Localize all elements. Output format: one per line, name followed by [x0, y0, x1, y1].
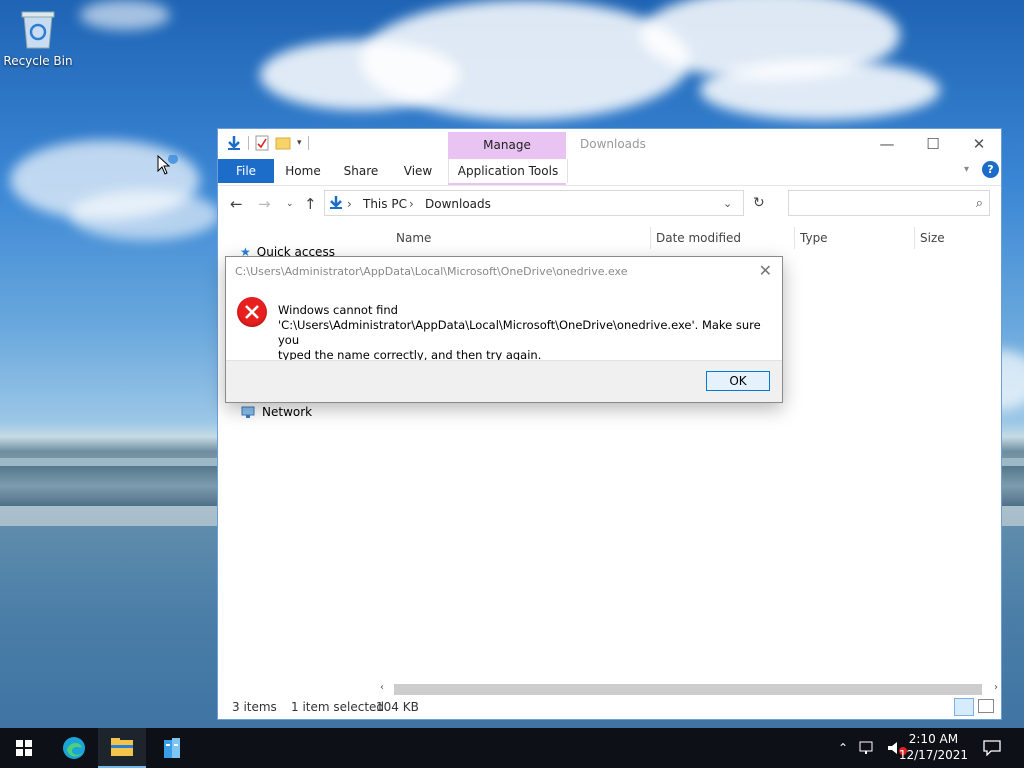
- address-dropdown-icon[interactable]: ⌄: [723, 197, 732, 210]
- column-date-modified[interactable]: Date modified: [656, 231, 741, 245]
- new-folder-icon[interactable]: [275, 136, 291, 150]
- status-bar: 3 items 1 item selected 104 KB: [218, 697, 1001, 719]
- tab-home[interactable]: Home: [276, 159, 330, 183]
- status-size: 104 KB: [376, 700, 419, 714]
- ribbon-tabs: File Home Share View Application Tools ▾…: [218, 159, 1001, 183]
- downloads-folder-icon: [330, 196, 342, 209]
- nav-label: Network: [262, 405, 313, 419]
- tab-application-tools[interactable]: Application Tools: [448, 159, 568, 183]
- taskbar-server-manager[interactable]: [148, 728, 196, 768]
- tab-view[interactable]: View: [392, 159, 444, 183]
- column-separator: [914, 227, 915, 249]
- search-icon: ⌕: [975, 196, 983, 211]
- details-view-icon[interactable]: [954, 698, 974, 716]
- search-box[interactable]: ⌕: [788, 190, 990, 216]
- dialog-footer: OK: [226, 360, 782, 402]
- mouse-cursor-icon: [157, 154, 181, 180]
- taskbar-file-explorer[interactable]: [98, 728, 146, 768]
- ribbon-expand-icon[interactable]: ▾: [964, 164, 969, 175]
- scroll-right-icon[interactable]: ›: [994, 682, 998, 693]
- cloud: [260, 40, 460, 110]
- separator: [248, 136, 249, 150]
- quick-access-toolbar: ▾: [226, 135, 309, 151]
- help-icon[interactable]: ?: [982, 161, 999, 178]
- maximize-button[interactable]: ☐: [910, 129, 956, 159]
- up-icon[interactable]: ↑: [304, 195, 317, 213]
- breadcrumb-downloads[interactable]: Downloads: [425, 197, 491, 211]
- back-icon[interactable]: ←: [230, 195, 243, 213]
- action-center-button[interactable]: [968, 728, 1016, 768]
- refresh-icon[interactable]: ↻: [753, 195, 765, 211]
- network-icon: [241, 406, 255, 418]
- dialog-close-button[interactable]: ✕: [759, 261, 772, 280]
- clock-time: 2:10 AM: [908, 732, 959, 746]
- taskbar-clock[interactable]: 2:10 AM 12/17/2021: [899, 731, 968, 763]
- download-arrow-icon[interactable]: [226, 135, 242, 151]
- desktop-icon-label: Recycle Bin: [3, 54, 73, 68]
- cloud: [80, 0, 170, 30]
- file-explorer-icon: [111, 738, 133, 756]
- column-separator: [650, 227, 651, 249]
- address-bar[interactable]: › This PC › Downloads ⌄: [324, 190, 744, 216]
- file-explorer-window: ▾ Downloads — ☐ ✕ Manage File Home Share…: [217, 128, 1002, 720]
- start-button[interactable]: [0, 728, 48, 768]
- start-icon: [16, 740, 32, 756]
- window-title: Downloads: [580, 137, 646, 151]
- separator: [307, 136, 309, 150]
- manage-context-label: Manage: [483, 138, 531, 152]
- forward-icon[interactable]: →: [258, 195, 271, 213]
- nav-network[interactable]: Network: [240, 405, 312, 419]
- breadcrumb-chevron-icon: ›: [347, 197, 352, 211]
- network-status-icon[interactable]: [858, 740, 876, 756]
- horizontal-scrollbar[interactable]: ‹ ›: [378, 681, 1000, 698]
- cloud: [700, 60, 940, 120]
- notification-icon: [983, 740, 1001, 756]
- large-icons-view-icon[interactable]: [978, 699, 994, 713]
- scrollbar-thumb[interactable]: [394, 684, 982, 695]
- taskbar-edge[interactable]: [50, 728, 98, 768]
- close-button[interactable]: ✕: [956, 129, 1002, 159]
- properties-icon[interactable]: [255, 135, 269, 151]
- tab-share[interactable]: Share: [334, 159, 388, 183]
- breadcrumb-chevron-icon: ›: [409, 197, 414, 211]
- system-tray: ⌃: [838, 728, 908, 768]
- breadcrumb-this-pc[interactable]: This PC: [363, 197, 407, 211]
- show-hidden-icons-icon[interactable]: ⌃: [838, 741, 848, 755]
- taskbar: ⌃ 2:10 AM 12/17/2021: [0, 728, 1024, 768]
- status-selection: 1 item selected: [291, 700, 385, 714]
- column-size[interactable]: Size: [920, 231, 945, 245]
- status-item-count: 3 items: [232, 700, 277, 714]
- column-type[interactable]: Type: [800, 231, 828, 245]
- recent-locations-icon[interactable]: ⌄: [286, 199, 294, 209]
- column-separator: [794, 227, 795, 249]
- minimize-button[interactable]: —: [864, 129, 910, 159]
- cloud: [70, 190, 220, 240]
- clock-date: 12/17/2021: [898, 748, 968, 762]
- ok-button[interactable]: OK: [706, 371, 770, 391]
- tab-file[interactable]: File: [218, 159, 274, 183]
- scroll-left-icon[interactable]: ‹: [380, 682, 384, 693]
- title-bar: ▾ Downloads — ☐ ✕: [218, 129, 1001, 159]
- column-name[interactable]: Name: [396, 231, 431, 245]
- error-dialog: C:\Users\Administrator\AppData\Local\Mic…: [225, 256, 783, 403]
- dialog-message: Windows cannot find 'C:\Users\Administra…: [278, 303, 768, 363]
- recycle-bin-icon: [18, 6, 58, 50]
- customize-qat-icon[interactable]: ▾: [297, 138, 302, 148]
- server-manager-icon: [164, 738, 180, 758]
- message-line: Windows cannot find: [278, 303, 398, 317]
- desktop-icon-recycle-bin[interactable]: Recycle Bin: [2, 6, 74, 68]
- error-icon: [237, 297, 267, 327]
- dialog-title: C:\Users\Administrator\AppData\Local\Mic…: [235, 265, 628, 278]
- address-row: ← → ⌄ ↑ › This PC › Downloads ⌄ ↻ ⌕: [218, 185, 1001, 222]
- message-line: 'C:\Users\Administrator\AppData\Local\Mi…: [278, 318, 761, 347]
- edge-icon: [63, 737, 85, 759]
